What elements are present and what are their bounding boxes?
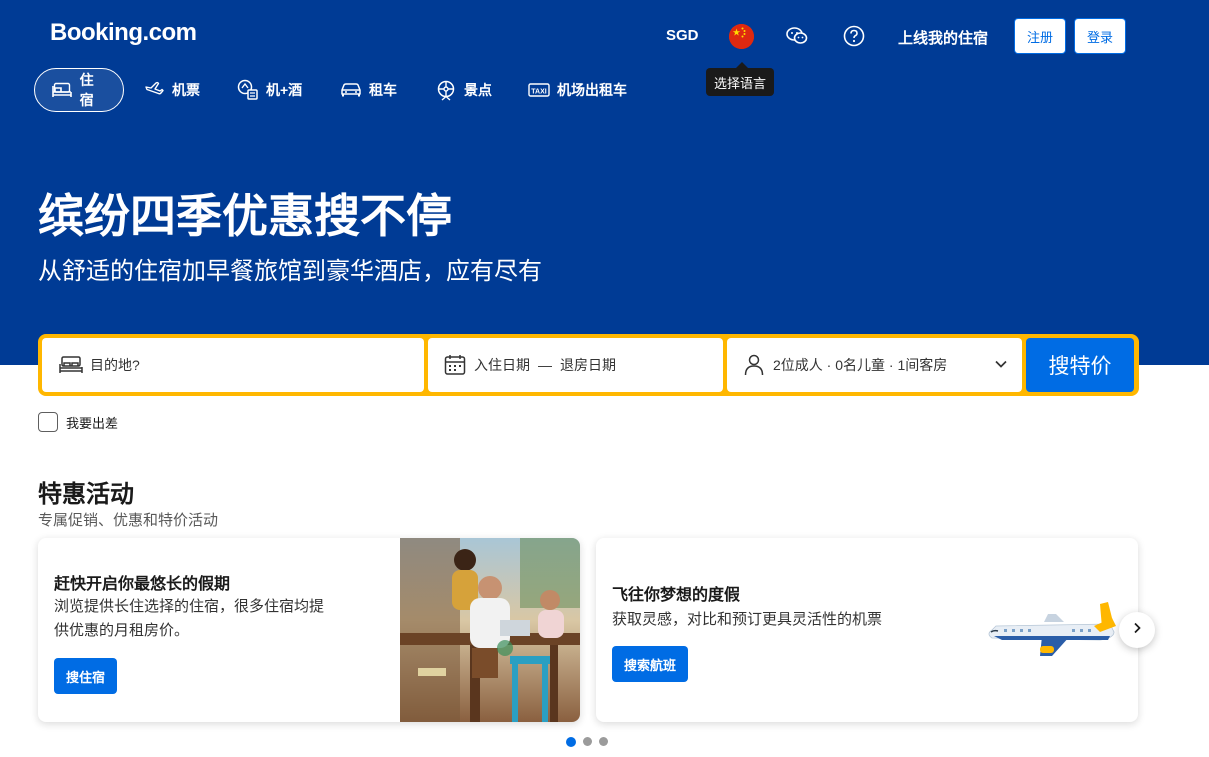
- search-flights-button[interactable]: 搜索航班: [612, 646, 689, 682]
- tab-attractions[interactable]: 景点: [435, 68, 492, 112]
- chevron-down-icon: [994, 357, 1008, 374]
- search-bar: 目的地? 入住日期 — 退房日期 2位成人 · 0名儿童 · 1间客房 搜特价: [38, 334, 1139, 396]
- deals-title: 特惠活动: [38, 481, 134, 508]
- deal-card-long-stay: 赶快开启你最悠长的假期 浏览提供长住选择的住宿，很多住宿均提 供优惠的月租房价。…: [38, 538, 580, 722]
- pagination-dot-2[interactable]: [583, 737, 592, 746]
- tab-airport-taxi[interactable]: TAXI 机场出租车: [528, 68, 627, 112]
- attractions-icon: [435, 79, 457, 101]
- help-icon[interactable]: [841, 23, 867, 49]
- destination-input[interactable]: 目的地?: [42, 338, 424, 392]
- date-separator: —: [538, 357, 552, 373]
- svg-text:TAXI: TAXI: [531, 89, 546, 96]
- tab-label: 机场出租车: [557, 82, 627, 98]
- tab-label: 机+酒: [266, 82, 303, 98]
- language-tooltip: 选择语言: [706, 62, 775, 96]
- bed-icon: [58, 352, 84, 378]
- search-stays-button[interactable]: 搜住宿: [54, 658, 118, 694]
- card-text: 获取灵感，对比和预订更具灵活性的机票: [612, 611, 883, 628]
- business-travel-checkbox[interactable]: [38, 412, 58, 432]
- hero-title: 缤纷四季优惠搜不停: [38, 190, 452, 242]
- date-picker[interactable]: 入住日期 — 退房日期: [428, 338, 723, 392]
- family-photo-image: [400, 538, 580, 722]
- tab-stays[interactable]: 住宿: [34, 68, 124, 112]
- tab-label: 机票: [172, 82, 200, 98]
- card-title: 飞往你梦想的度假: [612, 587, 741, 604]
- plane-icon: [143, 79, 165, 101]
- card-text-line2: 供优惠的月租房价。: [54, 622, 190, 639]
- guests-selector[interactable]: 2位成人 · 0名儿童 · 1间客房: [727, 338, 1022, 392]
- checkout-date: 退房日期: [560, 357, 616, 373]
- wechat-icon[interactable]: [784, 23, 810, 49]
- airplane-illustration: [982, 596, 1122, 666]
- tab-flight-hotel[interactable]: 机+酒: [237, 68, 302, 112]
- chevron-right-icon: [1131, 621, 1143, 639]
- register-button[interactable]: 注册: [1014, 18, 1066, 54]
- booking-logo[interactable]: Booking.com: [50, 19, 197, 47]
- deal-card-flights: 飞往你梦想的度假 获取灵感，对比和预订更具灵活性的机票 搜索航班: [596, 538, 1138, 722]
- flight-hotel-icon: [237, 79, 259, 101]
- pagination-dot-1[interactable]: [566, 736, 576, 747]
- pagination-dot-3[interactable]: [599, 737, 608, 746]
- card-text-line1: 浏览提供长住选择的住宿，很多住宿均提: [54, 598, 325, 615]
- bed-icon: [51, 79, 73, 101]
- tab-flights[interactable]: 机票: [143, 68, 200, 112]
- guests-summary: 2位成人 · 0名儿童 · 1间客房: [773, 357, 948, 373]
- business-travel-option[interactable]: 我要出差: [38, 412, 118, 432]
- calendar-icon: [442, 352, 468, 378]
- card-title: 赶快开启你最悠长的假期: [54, 576, 231, 593]
- tab-label: 住宿: [79, 72, 94, 108]
- carousel-next-button[interactable]: [1119, 612, 1155, 648]
- hero-banner: [0, 0, 1209, 365]
- business-travel-label: 我要出差: [66, 415, 119, 431]
- tab-car-rental[interactable]: 租车: [340, 68, 397, 112]
- person-icon: [741, 352, 767, 378]
- deals-subtitle: 专属促销、优惠和特价活动: [38, 512, 219, 529]
- login-button[interactable]: 登录: [1074, 18, 1126, 54]
- destination-placeholder: 目的地?: [90, 357, 140, 373]
- currency-selector[interactable]: SGD: [666, 27, 699, 44]
- carousel-pagination: [566, 736, 615, 747]
- tab-label: 租车: [369, 82, 397, 98]
- hero-subtitle: 从舒适的住宿加早餐旅馆到豪华酒店，应有尽有: [38, 258, 542, 285]
- tab-label: 景点: [464, 82, 492, 98]
- taxi-icon: TAXI: [528, 79, 550, 101]
- search-button[interactable]: 搜特价: [1026, 338, 1134, 392]
- china-flag-icon[interactable]: [729, 24, 754, 49]
- list-property-link[interactable]: 上线我的住宿: [898, 27, 988, 48]
- car-icon: [340, 79, 362, 101]
- checkin-date: 入住日期: [474, 357, 530, 373]
